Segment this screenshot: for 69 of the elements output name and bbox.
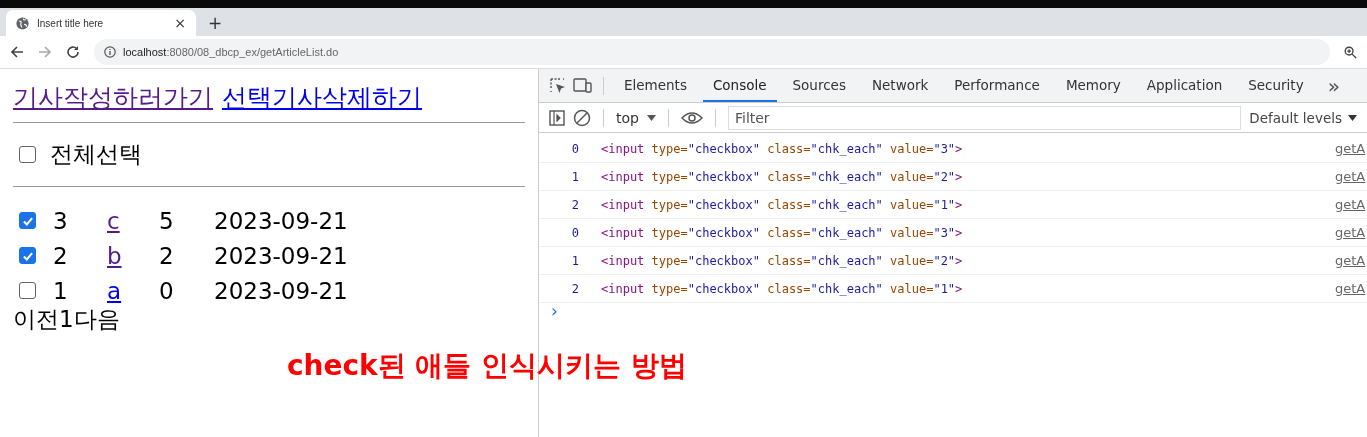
devtools-tab[interactable]: Elements [614, 69, 697, 102]
annotation-text: check된 애들 인식시키는 방법 [287, 348, 687, 384]
log-message: <input type="checkbox" class="chk_each" value="2"> [601, 169, 964, 184]
browser-tab[interactable]: Insert title here × [6, 10, 196, 36]
devtools-tab[interactable]: Memory [1055, 69, 1131, 102]
pagination: 이전1다음 [13, 305, 121, 334]
source-link[interactable]: getA [1335, 197, 1367, 212]
console-prompt[interactable]: › [539, 303, 1367, 320]
select-all-label: 전체선택 [50, 140, 142, 169]
address-field[interactable]: localhost:8080/08_dbcp_ex/getArticleList.do [94, 39, 1330, 65]
caret-icon [1348, 114, 1357, 121]
page-link[interactable]: 선택기사삭제하기 [222, 81, 422, 114]
info-icon [104, 46, 116, 58]
source-link[interactable]: getA [1335, 225, 1367, 240]
back-icon[interactable] [10, 45, 24, 59]
devtools-tab[interactable]: Application [1136, 69, 1233, 102]
devtools-tab[interactable]: Console [702, 69, 777, 102]
log-index: 0 [570, 225, 580, 240]
article-date: 2023-09-21 [214, 242, 348, 269]
zoom-icon[interactable] [1344, 45, 1357, 59]
checkbox[interactable] [19, 282, 36, 299]
article-title-link[interactable]: a [107, 277, 159, 304]
log-message: <input type="checkbox" class="chk_each" value="2"> [601, 253, 964, 268]
log-index: 1 [570, 253, 580, 268]
eye-icon[interactable] [680, 110, 703, 125]
sidebar-icon[interactable] [549, 109, 565, 126]
clear-icon[interactable] [573, 108, 591, 127]
article-title-link[interactable]: c [107, 207, 159, 234]
log-index: 2 [570, 281, 580, 296]
devtools-tab[interactable]: Performance [944, 69, 1050, 102]
log-index: 1 [570, 169, 580, 184]
source-link[interactable]: getA [1335, 253, 1367, 268]
source-link[interactable]: getA [1335, 141, 1367, 156]
device-icon[interactable] [573, 77, 593, 94]
devtools-tab[interactable]: Network [861, 69, 939, 102]
close-tab-button[interactable]: × [174, 16, 186, 30]
article-title-link[interactable]: b [107, 242, 159, 269]
article-number: 3 [53, 207, 69, 234]
more-tabs-button[interactable]: » [1319, 75, 1348, 96]
filter-field[interactable]: Filter [727, 105, 1242, 130]
view-count: 0 [159, 277, 175, 304]
log-message: <input type="checkbox" class="chk_each" value="1"> [601, 281, 964, 296]
checkbox[interactable] [19, 212, 36, 229]
article-number: 2 [53, 242, 69, 269]
article-date: 2023-09-21 [214, 277, 348, 304]
view-count: 2 [159, 242, 175, 269]
log-message: <input type="checkbox" class="chk_each" value="3"> [601, 141, 964, 156]
globe-icon [16, 16, 29, 30]
source-link[interactable]: getA [1335, 169, 1367, 184]
devtools-tab[interactable]: Sources [782, 69, 856, 102]
article-number: 1 [53, 277, 69, 304]
caret-icon [646, 114, 656, 121]
checkbox[interactable] [19, 146, 36, 163]
inspect-icon[interactable] [549, 76, 567, 95]
log-index: 2 [570, 197, 580, 212]
log-message: <input type="checkbox" class="chk_each" value="3"> [601, 225, 964, 240]
levels-dropdown[interactable]: Default levels [1249, 109, 1357, 126]
source-link[interactable]: getA [1335, 281, 1367, 296]
view-count: 5 [159, 207, 175, 234]
context-dropdown[interactable]: top [616, 109, 656, 126]
page-link[interactable]: 기사작성하러가기 [13, 81, 213, 114]
article-date: 2023-09-21 [214, 207, 348, 234]
new-tab-button[interactable]: + [208, 15, 223, 32]
reload-icon[interactable] [66, 45, 80, 59]
log-index: 0 [570, 141, 580, 156]
devtools-tab[interactable]: Security [1238, 69, 1314, 102]
checkbox[interactable] [19, 247, 36, 264]
log-message: <input type="checkbox" class="chk_each" value="1"> [601, 197, 964, 212]
tab-title: Insert title here [37, 17, 105, 29]
